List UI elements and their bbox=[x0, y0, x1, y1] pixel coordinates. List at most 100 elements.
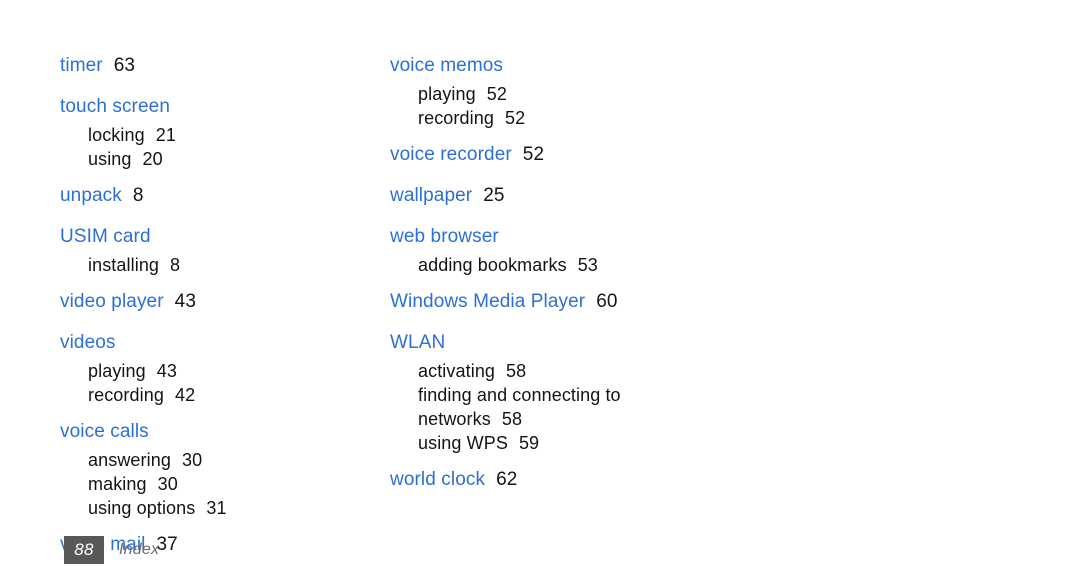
index-page: timer 63 touch screen locking 21 using 20 bbox=[0, 0, 1080, 586]
index-subterm: recording bbox=[418, 108, 494, 128]
index-subentry-playing[interactable]: playing 52 bbox=[390, 82, 720, 106]
index-subentry-adding-bookmarks[interactable]: adding bookmarks 53 bbox=[390, 253, 720, 277]
index-term: web browser bbox=[390, 226, 499, 247]
index-page-ref: 62 bbox=[496, 469, 518, 490]
index-subentry-installing[interactable]: installing 8 bbox=[60, 253, 390, 277]
index-subentry-recording[interactable]: recording 42 bbox=[60, 383, 390, 407]
index-subentry-using-options[interactable]: using options 31 bbox=[60, 496, 390, 520]
index-page-ref: 8 bbox=[132, 185, 144, 206]
index-sublist: locking 21 using 20 bbox=[60, 123, 390, 171]
index-term: world clock bbox=[390, 469, 486, 490]
index-columns: timer 63 touch screen locking 21 using 20 bbox=[60, 50, 1020, 561]
index-page-ref: 37 bbox=[156, 534, 178, 555]
index-entry-usim-card[interactable]: USIM card bbox=[60, 221, 390, 253]
index-entry-touch-screen[interactable]: touch screen bbox=[60, 91, 390, 123]
index-page-ref: 52 bbox=[522, 144, 545, 165]
index-page-ref: 43 bbox=[156, 361, 177, 381]
index-group: touch screen locking 21 using 20 bbox=[60, 91, 390, 171]
index-sublist: activating 58 finding and connecting to n… bbox=[390, 359, 720, 455]
index-group: videos playing 43 recording 42 bbox=[60, 327, 390, 407]
index-term: Windows Media Player bbox=[390, 291, 586, 312]
index-subterm: playing bbox=[418, 84, 476, 104]
index-entry-world-clock[interactable]: world clock 62 bbox=[390, 464, 720, 496]
index-subentry-answering[interactable]: answering 30 bbox=[60, 448, 390, 472]
index-term: WLAN bbox=[390, 332, 446, 353]
index-entry-timer[interactable]: timer 63 bbox=[60, 50, 390, 82]
index-column-left: timer 63 touch screen locking 21 using 20 bbox=[60, 50, 390, 561]
index-entry-video-player[interactable]: video player 43 bbox=[60, 286, 390, 318]
index-term: voice recorder bbox=[390, 144, 512, 165]
page-footer: 88 Index bbox=[64, 536, 159, 564]
index-page-ref: 42 bbox=[174, 385, 196, 405]
footer-section-label: Index bbox=[119, 541, 160, 558]
index-subterm: recording bbox=[88, 385, 164, 405]
index-term: voice calls bbox=[60, 421, 149, 442]
index-entry-voice-memos[interactable]: voice memos bbox=[390, 50, 720, 82]
index-group: wallpaper 25 bbox=[390, 180, 720, 212]
index-page-ref: 30 bbox=[181, 450, 203, 470]
index-page-ref: 43 bbox=[174, 291, 196, 312]
index-subentry-recording[interactable]: recording 52 bbox=[390, 106, 720, 130]
index-subentry-activating[interactable]: activating 58 bbox=[390, 359, 720, 383]
index-group: world clock 62 bbox=[390, 464, 720, 496]
index-page-ref: 25 bbox=[483, 185, 505, 206]
index-term: USIM card bbox=[60, 226, 151, 247]
index-page-ref: 60 bbox=[596, 291, 618, 312]
index-term: timer bbox=[60, 55, 103, 76]
index-group: timer 63 bbox=[60, 50, 390, 82]
index-term: touch screen bbox=[60, 96, 170, 117]
index-page-ref: 20 bbox=[142, 149, 163, 169]
index-term: videos bbox=[60, 332, 116, 353]
index-entry-voice-recorder[interactable]: voice recorder 52 bbox=[390, 139, 720, 171]
index-page-ref: 30 bbox=[157, 474, 178, 494]
index-group: voice recorder 52 bbox=[390, 139, 720, 171]
index-column-right: voice memos playing 52 recording 52 voice … bbox=[390, 50, 720, 496]
index-subentry-using[interactable]: using 20 bbox=[60, 147, 390, 171]
index-page-ref: 58 bbox=[506, 361, 527, 381]
index-page-ref: 8 bbox=[170, 255, 181, 275]
index-page-ref: 21 bbox=[155, 125, 176, 145]
page-number-badge: 88 bbox=[64, 536, 104, 564]
index-entry-web-browser[interactable]: web browser bbox=[390, 221, 720, 253]
index-group: Windows Media Player 60 bbox=[390, 286, 720, 318]
index-sublist: installing 8 bbox=[60, 253, 390, 277]
index-group: video player 43 bbox=[60, 286, 390, 318]
index-group: WLAN activating 58 finding and connecting… bbox=[390, 327, 720, 455]
index-sublist: adding bookmarks 53 bbox=[390, 253, 720, 277]
index-page-ref: 58 bbox=[501, 409, 523, 429]
index-entry-windows-media-player[interactable]: Windows Media Player 60 bbox=[390, 286, 720, 318]
index-subentry-finding-and-connecting-to-networks[interactable]: finding and connecting to networks 58 bbox=[390, 383, 688, 431]
index-subterm: adding bookmarks bbox=[418, 255, 567, 275]
index-subterm: using bbox=[88, 149, 132, 169]
index-sublist: playing 43 recording 42 bbox=[60, 359, 390, 407]
index-entry-videos[interactable]: videos bbox=[60, 327, 390, 359]
index-subentry-playing[interactable]: playing 43 bbox=[60, 359, 390, 383]
index-entry-wallpaper[interactable]: wallpaper 25 bbox=[390, 180, 720, 212]
index-term: unpack bbox=[60, 185, 122, 206]
index-subentry-making[interactable]: making 30 bbox=[60, 472, 390, 496]
index-group: unpack 8 bbox=[60, 180, 390, 212]
index-page-ref: 53 bbox=[577, 255, 598, 275]
index-entry-voice-calls[interactable]: voice calls bbox=[60, 416, 390, 448]
index-subterm: making bbox=[88, 474, 147, 494]
index-entry-wlan[interactable]: WLAN bbox=[390, 327, 720, 359]
index-sublist: answering 30 making 30 using options 31 bbox=[60, 448, 390, 520]
index-page-ref: 52 bbox=[504, 108, 526, 128]
index-subterm: playing bbox=[88, 361, 146, 381]
index-subterm: using options bbox=[88, 498, 196, 518]
index-entry-unpack[interactable]: unpack 8 bbox=[60, 180, 390, 212]
index-sublist: playing 52 recording 52 bbox=[390, 82, 720, 130]
index-subterm: using WPS bbox=[418, 433, 508, 453]
index-term: voice memos bbox=[390, 55, 504, 76]
index-subterm: answering bbox=[88, 450, 171, 470]
index-subterm: locking bbox=[88, 125, 145, 145]
index-term: video player bbox=[60, 291, 164, 312]
index-subentry-using-wps[interactable]: using WPS 59 bbox=[390, 431, 720, 455]
index-page-ref: 63 bbox=[113, 55, 136, 76]
index-subterm: activating bbox=[418, 361, 496, 381]
index-subentry-locking[interactable]: locking 21 bbox=[60, 123, 390, 147]
index-group: USIM card installing 8 bbox=[60, 221, 390, 277]
index-subterm: installing bbox=[88, 255, 160, 275]
index-group: web browser adding bookmarks 53 bbox=[390, 221, 720, 277]
index-term: wallpaper bbox=[390, 185, 473, 206]
